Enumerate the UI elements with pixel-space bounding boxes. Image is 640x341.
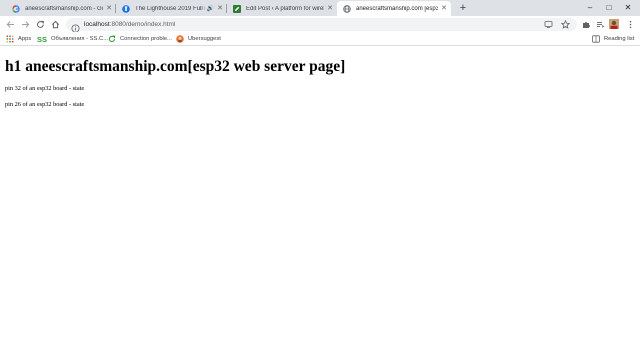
minimize-button[interactable]: – bbox=[582, 0, 598, 16]
avatar-icon bbox=[609, 19, 619, 29]
tab-strip: aneescraftsmanship.com - Goog ✕ The Ligh… bbox=[0, 0, 640, 16]
pin-26-status: pin 26 of an esp32 board - state bbox=[5, 101, 85, 108]
share-icon[interactable] bbox=[544, 20, 553, 29]
tab-title: Edit Post ‹ A platform for wireles bbox=[246, 5, 325, 12]
close-tab-icon[interactable]: ✕ bbox=[106, 5, 112, 12]
pin-32-status: pin 32 of an esp32 board - state bbox=[5, 85, 85, 92]
bookmark-ubersuggest[interactable]: Ubersuggest bbox=[176, 34, 221, 44]
kebab-menu-icon bbox=[629, 20, 631, 28]
back-button[interactable] bbox=[4, 18, 16, 30]
reload-icon bbox=[36, 20, 44, 28]
playlist-icon bbox=[596, 21, 604, 28]
reading-list-icon bbox=[592, 35, 600, 43]
extensions-button[interactable] bbox=[580, 18, 592, 30]
bookmark-star-icon[interactable] bbox=[561, 20, 570, 29]
tab-lighthouse[interactable]: The Lighthouse 2019 Full m 🔊 ✕ bbox=[116, 1, 227, 16]
bookmark-apps[interactable]: Apps bbox=[6, 34, 31, 44]
browser-toolbar: localhost:8080/demo/index.html bbox=[0, 16, 640, 33]
arrow-right-icon bbox=[21, 20, 29, 28]
bookmark-label: Apps bbox=[18, 36, 32, 42]
close-tab-icon[interactable]: ✕ bbox=[441, 5, 447, 12]
tab-title: aneescraftsmanship.com [esp32 bbox=[356, 5, 439, 12]
svg-text:SS: SS bbox=[37, 35, 47, 43]
url-text[interactable]: localhost:8080/demo/index.html bbox=[84, 18, 175, 31]
tab-title: The Lighthouse 2019 Full m bbox=[135, 5, 205, 12]
url-host: localhost bbox=[84, 21, 110, 28]
menu-button[interactable] bbox=[624, 18, 636, 30]
lighthouse-icon bbox=[122, 4, 130, 13]
tab-title: aneescraftsmanship.com - Goog bbox=[25, 5, 104, 12]
close-tab-icon[interactable]: ✕ bbox=[327, 5, 333, 12]
bookmark-connection-problem[interactable]: Connection proble... bbox=[108, 34, 172, 44]
reading-list-button[interactable]: Reading list bbox=[592, 34, 634, 44]
site-info-icon[interactable] bbox=[71, 20, 80, 33]
page-heading: h1 aneescraftsmanship.com[esp32 web serv… bbox=[5, 58, 346, 75]
new-tab-button[interactable]: + bbox=[457, 1, 469, 15]
home-button[interactable] bbox=[49, 18, 61, 30]
reading-list-label: Reading list bbox=[604, 36, 635, 42]
tab-esp32-active[interactable]: aneescraftsmanship.com [esp32 ✕ bbox=[337, 1, 451, 16]
ss-logo-icon: SS bbox=[37, 35, 47, 43]
arrow-left-icon bbox=[6, 20, 14, 28]
maximize-button[interactable]: □ bbox=[601, 0, 617, 16]
refresh-leaf-icon bbox=[108, 35, 116, 43]
url-path: :8080/demo/index.html bbox=[109, 21, 176, 28]
globe-icon bbox=[343, 4, 351, 13]
playlist-button[interactable] bbox=[594, 18, 606, 30]
forward-button[interactable] bbox=[19, 18, 31, 30]
page-content: h1 aneescraftsmanship.com[esp32 web serv… bbox=[0, 47, 640, 341]
close-tab-icon[interactable]: ✕ bbox=[217, 5, 223, 12]
tab-aneescraftsmanship-google[interactable]: aneescraftsmanship.com - Goog ✕ bbox=[6, 1, 116, 16]
google-g-icon bbox=[12, 4, 20, 13]
close-window-button[interactable]: ✕ bbox=[620, 0, 636, 16]
reload-button[interactable] bbox=[34, 18, 46, 30]
bookmark-label: Объявления - SS.C... bbox=[51, 36, 109, 42]
edit-post-icon bbox=[233, 4, 241, 13]
puzzle-icon bbox=[582, 21, 590, 28]
home-icon bbox=[51, 20, 59, 28]
bookmark-ss[interactable]: SS Объявления - SS.C... bbox=[37, 34, 108, 44]
bookmark-label: Ubersuggest bbox=[188, 36, 221, 42]
bookmarks-bar: Apps SS Объявления - SS.C... Connection … bbox=[0, 32, 640, 46]
apps-grid-icon bbox=[6, 35, 14, 43]
speaker-icon[interactable]: 🔊 bbox=[207, 5, 214, 12]
tab-edit-post[interactable]: Edit Post ‹ A platform for wireles ✕ bbox=[227, 1, 337, 16]
bookmark-label: Connection proble... bbox=[120, 36, 172, 42]
ubersuggest-icon bbox=[176, 35, 184, 43]
profile-avatar[interactable] bbox=[608, 18, 620, 30]
address-bar[interactable]: localhost:8080/demo/index.html bbox=[66, 18, 577, 33]
